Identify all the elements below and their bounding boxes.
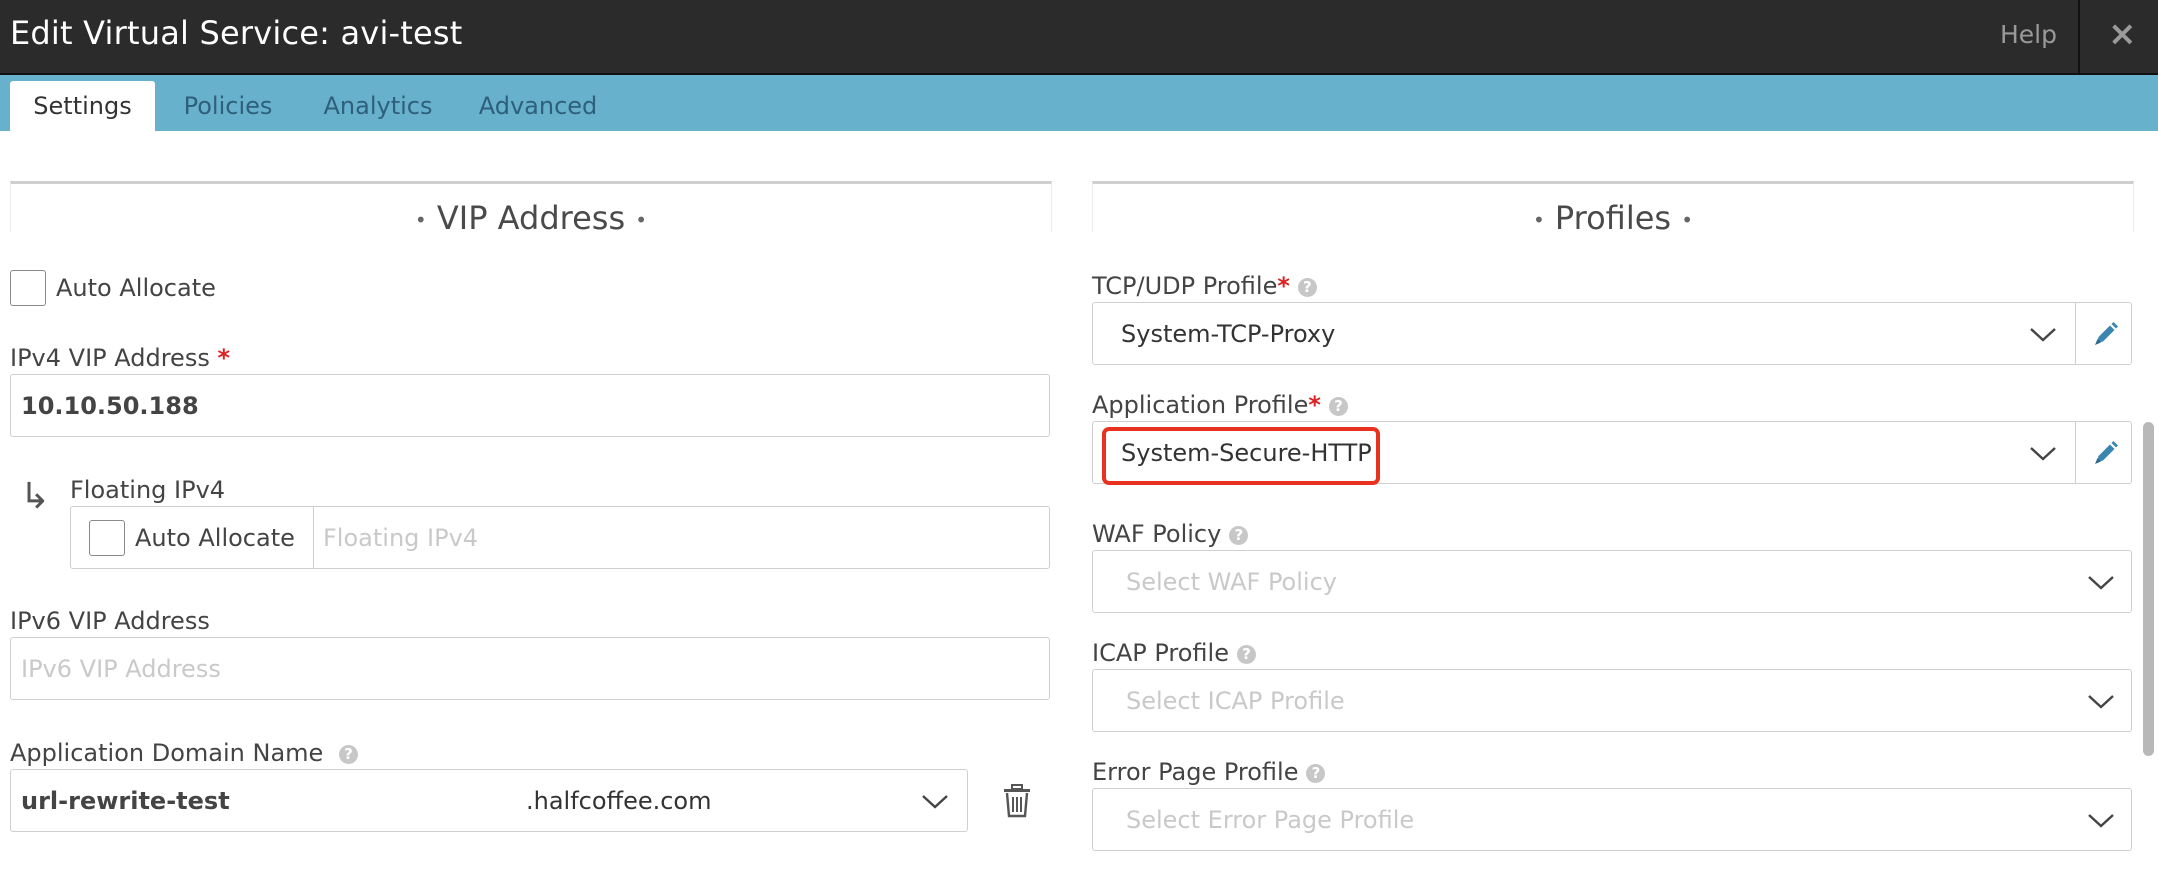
- tcp-udp-label: TCP/UDP Profile*?: [1092, 272, 1317, 300]
- chevron-down-icon[interactable]: [2087, 813, 2115, 829]
- auto-allocate-checkbox[interactable]: [10, 270, 46, 306]
- tcp-udp-value: System-TCP-Proxy: [1121, 320, 1336, 348]
- domain-input-group: url-rewrite-test .halfcoffee.com: [10, 769, 968, 832]
- help-icon[interactable]: ?: [1229, 526, 1249, 545]
- required-marker: *: [217, 344, 231, 372]
- ipv6-input[interactable]: IPv6 VIP Address: [10, 637, 1050, 700]
- vip-section-header: • VIP Address •: [10, 181, 1052, 237]
- help-link[interactable]: Help: [2000, 20, 2057, 49]
- domain-label: Application Domain Name ?: [10, 739, 358, 767]
- profiles-section-title: Profiles: [1554, 199, 1672, 237]
- tab-bar: Settings Policies Analytics Advanced: [0, 75, 2158, 131]
- app-profile-label: Application Profile*?: [1092, 391, 1348, 419]
- tab-analytics[interactable]: Analytics: [316, 81, 440, 131]
- error-page-label-text: Error Page Profile: [1092, 758, 1299, 786]
- waf-label-text: WAF Policy: [1092, 520, 1222, 548]
- error-page-select[interactable]: Select Error Page Profile: [1092, 788, 2132, 851]
- trash-icon[interactable]: [1002, 784, 1032, 818]
- help-icon[interactable]: ?: [1297, 278, 1317, 297]
- icap-placeholder: Select ICAP Profile: [1126, 687, 1345, 715]
- floating-ipv4-label: Floating IPv4: [70, 476, 226, 504]
- vip-section-title: VIP Address: [436, 199, 626, 237]
- section-dot: •: [414, 208, 427, 232]
- tab-policies[interactable]: Policies: [172, 81, 284, 131]
- icap-label-text: ICAP Profile: [1092, 639, 1229, 667]
- ipv4-value: 10.10.50.188: [21, 392, 199, 420]
- title-bar: Edit Virtual Service: avi-test Help ×: [0, 0, 2158, 75]
- floating-divider: [313, 507, 314, 568]
- chevron-down-icon[interactable]: [2029, 446, 2057, 462]
- error-page-placeholder: Select Error Page Profile: [1126, 806, 1415, 834]
- tcp-udp-label-text: TCP/UDP Profile: [1092, 272, 1278, 300]
- section-dot: •: [635, 208, 648, 232]
- scrollbar[interactable]: [2143, 422, 2154, 756]
- waf-select[interactable]: Select WAF Policy: [1092, 550, 2132, 613]
- domain-label-text: Application Domain Name: [10, 739, 324, 767]
- required-marker: *: [1308, 391, 1321, 419]
- title-divider: [2078, 0, 2080, 73]
- required-marker: *: [1277, 272, 1290, 300]
- select-divider: [2075, 422, 2076, 483]
- auto-allocate-label: Auto Allocate: [56, 274, 216, 302]
- ipv4-label-text: IPv4 VIP Address: [10, 344, 210, 372]
- floating-ipv4-group: Auto Allocate Floating IPv4: [70, 506, 1050, 569]
- chevron-down-icon[interactable]: [2087, 575, 2115, 591]
- waf-placeholder: Select WAF Policy: [1126, 568, 1337, 596]
- tab-advanced[interactable]: Advanced: [474, 81, 602, 131]
- profiles-section-header: • Profiles •: [1092, 181, 2134, 237]
- help-icon[interactable]: ?: [338, 745, 358, 764]
- help-icon[interactable]: ?: [1236, 645, 1256, 664]
- error-page-label: Error Page Profile?: [1092, 758, 1326, 786]
- chevron-down-icon[interactable]: [2029, 327, 2057, 343]
- floating-ipv4-input[interactable]: Floating IPv4: [323, 524, 478, 552]
- ipv6-placeholder: IPv6 VIP Address: [21, 655, 221, 683]
- section-dot: •: [1532, 208, 1545, 232]
- app-profile-label-text: Application Profile: [1092, 391, 1309, 419]
- ipv6-label: IPv6 VIP Address: [10, 607, 210, 635]
- icap-label: ICAP Profile?: [1092, 639, 1256, 667]
- return-arrow-icon: ↳: [20, 476, 51, 517]
- section-dot: •: [1681, 208, 1694, 232]
- highlight-annotation: [1102, 427, 1380, 485]
- help-icon[interactable]: ?: [1306, 764, 1326, 783]
- tab-settings[interactable]: Settings: [10, 81, 155, 131]
- floating-auto-allocate-label: Auto Allocate: [135, 524, 295, 552]
- pencil-icon[interactable]: [2093, 440, 2119, 466]
- pencil-icon[interactable]: [2093, 321, 2119, 347]
- window-title: Edit Virtual Service: avi-test: [10, 14, 463, 52]
- floating-auto-allocate-checkbox[interactable]: [89, 520, 125, 556]
- chevron-down-icon[interactable]: [2087, 694, 2115, 710]
- help-icon[interactable]: ?: [1328, 397, 1348, 416]
- tcp-udp-select[interactable]: System-TCP-Proxy: [1092, 302, 2132, 365]
- domain-name-input[interactable]: url-rewrite-test: [21, 787, 230, 815]
- ipv4-input[interactable]: 10.10.50.188: [10, 374, 1050, 437]
- waf-label: WAF Policy?: [1092, 520, 1249, 548]
- close-icon[interactable]: ×: [2108, 14, 2137, 54]
- ipv4-label: IPv4 VIP Address *: [10, 344, 230, 372]
- domain-suffix-select[interactable]: .halfcoffee.com: [526, 787, 712, 815]
- icap-select[interactable]: Select ICAP Profile: [1092, 669, 2132, 732]
- select-divider: [2075, 303, 2076, 364]
- chevron-down-icon[interactable]: [921, 794, 949, 810]
